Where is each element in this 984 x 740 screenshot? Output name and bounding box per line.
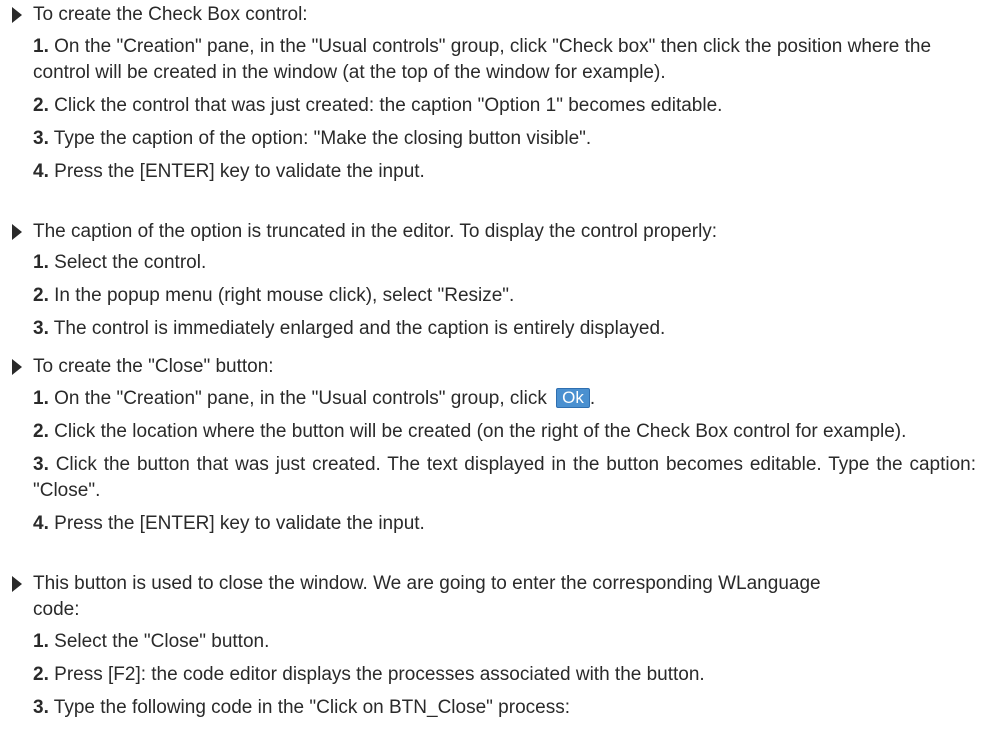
step-item: 3. Click the button that was just create… [0, 452, 984, 504]
step-number: 2. [33, 285, 49, 306]
step-number: 2. [33, 664, 49, 685]
step-item: 4. Press the [ENTER] key to validate the… [0, 159, 984, 185]
step-text-end: . [589, 388, 596, 409]
step-number: 2. [33, 95, 49, 116]
step-item: 1. On the "Creation" pane, in the "Usual… [0, 34, 984, 86]
step-text: In the popup menu (right mouse click), s… [54, 285, 515, 306]
step-number: 4. [33, 161, 49, 182]
step-item: 2. Click the location where the button w… [0, 419, 984, 445]
step-text: Press [F2]: the code editor displays the… [54, 664, 705, 685]
step-item: 1. Select the control. [0, 250, 984, 276]
step-item: 4. Press the [ENTER] key to validate the… [0, 511, 984, 537]
section-lead: This button is used to close the window.… [0, 571, 984, 623]
step-number: 3. [33, 697, 49, 718]
step-text: Click the control that was just created:… [54, 95, 723, 116]
step-item: 3. Type the following code in the "Click… [0, 695, 984, 721]
step-text: Click the location where the button will… [54, 421, 907, 442]
bullet-arrow-icon [12, 224, 22, 240]
step-number: 1. [33, 252, 49, 273]
lead-text: The caption of the option is truncated i… [33, 221, 718, 242]
section-close-code: This button is used to close the window.… [0, 571, 984, 721]
step-item: 3. Type the caption of the option: "Make… [0, 126, 984, 152]
step-number: 3. [33, 128, 49, 149]
bullet-arrow-icon [12, 359, 22, 375]
step-text: The control is immediately enlarged and … [53, 318, 666, 339]
step-number: 3. [33, 318, 49, 339]
ok-button-icon: Ok [556, 388, 590, 408]
step-item: 2. Press [F2]: the code editor displays … [0, 662, 984, 688]
section-create-close-button: To create the "Close" button: 1. On the … [0, 354, 984, 537]
step-item: 1. On the "Creation" pane, in the "Usual… [0, 386, 984, 412]
step-item: 2. In the popup menu (right mouse click)… [0, 283, 984, 309]
step-item: 3. The control is immediately enlarged a… [0, 316, 984, 342]
section-create-checkbox: To create the Check Box control: 1. On t… [0, 2, 984, 185]
step-text: On the "Creation" pane, in the "Usual co… [54, 388, 547, 409]
step-text: Select the control. [54, 252, 207, 273]
step-item: 1. Select the "Close" button. [0, 629, 984, 655]
step-text: Press the [ENTER] key to validate the in… [54, 161, 425, 182]
bullet-arrow-icon [12, 7, 22, 23]
section-lead: The caption of the option is truncated i… [0, 219, 984, 245]
step-number: 2. [33, 421, 49, 442]
step-text: Type the caption of the option: "Make th… [53, 128, 592, 149]
section-lead: To create the Check Box control: [0, 2, 984, 28]
section-resize-control: The caption of the option is truncated i… [0, 219, 984, 342]
bullet-arrow-icon [12, 576, 22, 592]
step-number: 1. [33, 388, 49, 409]
section-lead: To create the "Close" button: [0, 354, 984, 380]
lead-text: This button is used to close the window.… [33, 573, 821, 620]
step-text: Type the following code in the "Click on… [53, 697, 570, 718]
step-text: On the "Creation" pane, in the "Usual co… [33, 36, 932, 83]
step-number: 1. [33, 631, 49, 652]
step-text: Click the button that was just created. … [33, 454, 977, 501]
step-text: Select the "Close" button. [54, 631, 270, 652]
step-item: 2. Click the control that was just creat… [0, 93, 984, 119]
step-text: Press the [ENTER] key to validate the in… [54, 513, 425, 534]
step-number: 4. [33, 513, 49, 534]
lead-text: To create the "Close" button: [33, 356, 274, 377]
step-number: 3. [33, 454, 49, 475]
step-number: 1. [33, 36, 49, 57]
lead-text: To create the Check Box control: [33, 4, 308, 25]
